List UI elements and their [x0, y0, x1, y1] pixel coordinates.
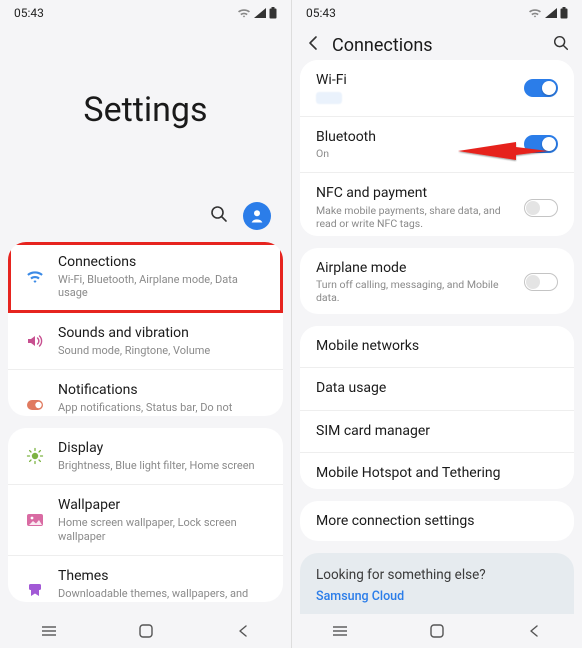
connections-row-airplane[interactable]: Airplane modeTurn off calling, messaging… — [300, 248, 574, 314]
settings-row-sounds[interactable]: Sounds and vibrationSound mode, Ringtone… — [8, 313, 283, 370]
connections-card: Airplane modeTurn off calling, messaging… — [300, 248, 574, 314]
row-title: SIM card manager — [316, 423, 548, 441]
row-title: Data usage — [316, 380, 548, 398]
display-icon — [22, 447, 48, 465]
airplane-toggle[interactable] — [524, 273, 558, 291]
nav-recents[interactable] — [19, 624, 79, 638]
row-title: NFC and payment — [316, 185, 514, 203]
status-time: 05:43 — [306, 6, 336, 20]
looking-for-something-else: Looking for something else? Samsung Cloud — [300, 553, 574, 614]
row-title: Mobile Hotspot and Tethering — [316, 465, 548, 483]
settings-row-wallpaper[interactable]: WallpaperHome screen wallpaper, Lock scr… — [8, 485, 283, 556]
wifi-status-icon — [528, 8, 542, 18]
status-icons — [237, 7, 277, 19]
settings-row-display[interactable]: DisplayBrightness, Blue light filter, Ho… — [8, 428, 283, 485]
connections-row-wifi[interactable]: Wi-Fi — [300, 60, 574, 117]
settings-row-themes[interactable]: ThemesDownloadable themes, wallpapers, a… — [8, 556, 283, 602]
row-title: Themes — [58, 568, 269, 586]
else-link-samsung-cloud[interactable]: Samsung Cloud — [316, 589, 558, 604]
sound-icon — [22, 334, 48, 348]
row-title: Connections — [58, 254, 269, 272]
settings-row-connections[interactable]: ConnectionsWi-Fi, Bluetooth, Airplane mo… — [8, 242, 283, 313]
nav-home[interactable] — [407, 623, 467, 639]
settings-title: Settings — [0, 26, 291, 202]
row-subtitle: Wi-Fi, Bluetooth, Airplane mode, Data us… — [58, 273, 269, 301]
status-bar: 05:43 — [292, 0, 582, 26]
nav-back[interactable] — [504, 624, 564, 638]
row-subtitle: Home screen wallpaper, Lock screen wallp… — [58, 516, 269, 544]
settings-list: ConnectionsWi-Fi, Bluetooth, Airplane mo… — [0, 242, 291, 614]
redacted-value — [316, 92, 342, 104]
signal-status-icon — [545, 8, 557, 18]
else-title: Looking for something else? — [316, 567, 558, 583]
row-title: Bluetooth — [316, 129, 514, 147]
connections-card: Wi-FiBluetoothOnNFC and paymentMake mobi… — [300, 60, 574, 236]
themes-icon — [22, 583, 48, 599]
wifi-status-icon — [237, 8, 251, 18]
nav-back[interactable] — [213, 624, 273, 638]
battery-status-icon — [269, 7, 277, 19]
back-icon[interactable] — [304, 34, 322, 56]
connections-title: Connections — [332, 35, 542, 56]
status-icons — [528, 7, 568, 19]
settings-row-notifications[interactable]: NotificationsApp notifications, Status b… — [8, 370, 283, 416]
status-time: 05:43 — [14, 6, 44, 20]
row-subtitle: On — [316, 147, 514, 160]
status-bar: 05:43 — [0, 0, 291, 26]
title-actions — [0, 202, 291, 242]
row-subtitle: Turn off calling, messaging, and Mobile … — [316, 278, 514, 304]
settings-card: DisplayBrightness, Blue light filter, Ho… — [8, 428, 283, 602]
signal-status-icon — [254, 8, 266, 18]
nav-home[interactable] — [116, 623, 176, 639]
bluetooth-toggle[interactable] — [524, 135, 558, 153]
wifi-icon — [22, 270, 48, 284]
search-icon[interactable] — [209, 204, 229, 228]
row-title: Sounds and vibration — [58, 325, 269, 343]
connections-row-more[interactable]: More connection settings — [300, 501, 574, 541]
connections-row-hotspot[interactable]: Mobile Hotspot and Tethering — [300, 453, 574, 489]
row-subtitle: Sound mode, Ringtone, Volume — [58, 344, 269, 358]
connections-row-bluetooth[interactable]: BluetoothOn — [300, 117, 574, 174]
row-subtitle: Brightness, Blue light filter, Home scre… — [58, 459, 269, 473]
nav-bar — [0, 614, 291, 648]
connections-header: Connections — [292, 26, 582, 60]
row-title: More connection settings — [316, 513, 548, 531]
notif-icon — [22, 399, 48, 411]
row-title: Mobile networks — [316, 338, 548, 356]
nav-recents[interactable] — [310, 624, 370, 638]
connections-row-simcard[interactable]: SIM card manager — [300, 411, 574, 454]
connections-row-mobilenet[interactable]: Mobile networks — [300, 326, 574, 369]
row-title: Display — [58, 440, 269, 458]
nfc-toggle[interactable] — [524, 199, 558, 217]
wallpaper-icon — [22, 513, 48, 527]
connections-card: Mobile networks Data usage SIM card manage… — [300, 326, 574, 489]
row-subtitle: App notifications, Status bar, Do not di… — [58, 401, 269, 416]
battery-status-icon — [560, 7, 568, 19]
account-avatar[interactable] — [243, 202, 271, 230]
row-title: Airplane mode — [316, 260, 514, 278]
search-icon[interactable] — [552, 34, 570, 56]
connections-row-nfc[interactable]: NFC and paymentMake mobile payments, sha… — [300, 173, 574, 235]
row-title: Wallpaper — [58, 497, 269, 515]
settings-screen: 05:43 Settings ConnectionsWi-Fi, Bluetoo… — [0, 0, 291, 648]
row-subtitle: Make mobile payments, share data, and re… — [316, 204, 514, 230]
settings-card: ConnectionsWi-Fi, Bluetooth, Airplane mo… — [8, 242, 283, 416]
row-title: Wi-Fi — [316, 72, 514, 90]
connections-list: Wi-FiBluetoothOnNFC and paymentMake mobi… — [292, 60, 582, 614]
connections-screen: 05:43 Connections Wi-FiBluetoothOnNFC an… — [291, 0, 582, 648]
row-subtitle: Downloadable themes, wallpapers, and ico… — [58, 587, 269, 602]
connections-card: More connection settings — [300, 501, 574, 541]
nav-bar — [292, 614, 582, 648]
wifi-toggle[interactable] — [524, 79, 558, 97]
connections-row-datausage[interactable]: Data usage — [300, 368, 574, 411]
row-title: Notifications — [58, 382, 269, 400]
